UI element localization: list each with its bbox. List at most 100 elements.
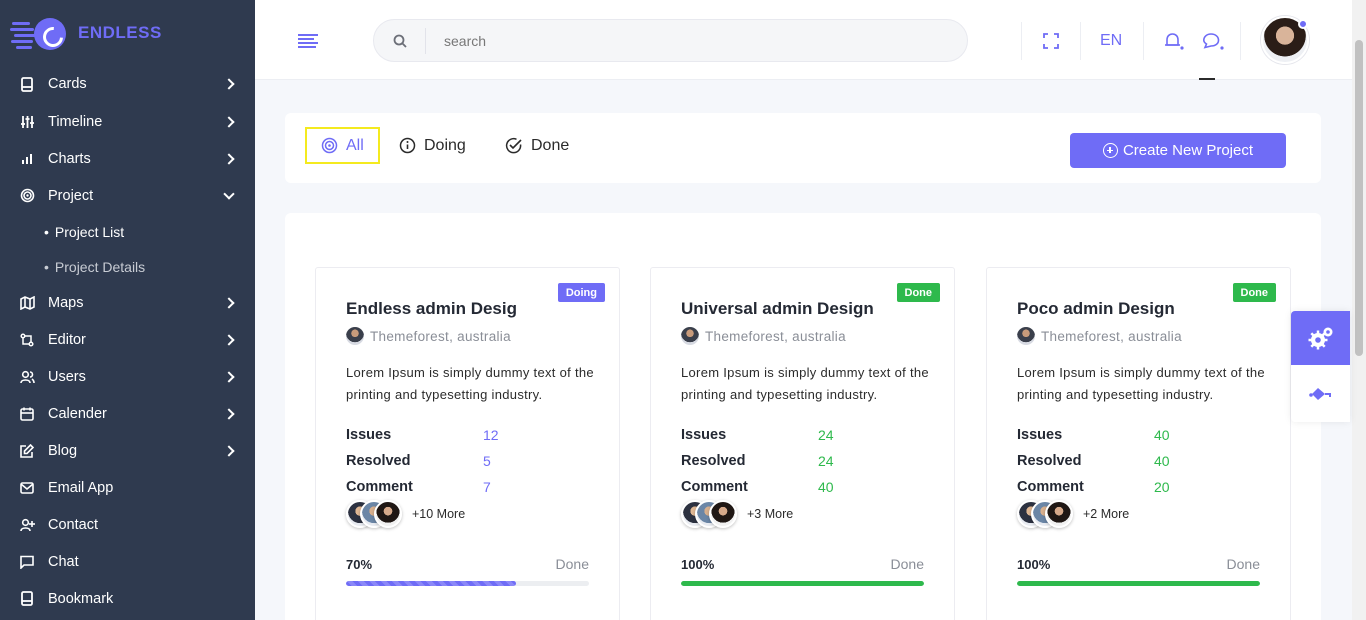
sidebar-menu: Cards Timeline Charts Project •Project (0, 64, 255, 617)
language-selector[interactable]: EN (1100, 32, 1122, 50)
sidebar-item-label: Bookmark (48, 590, 114, 607)
tab-done[interactable]: Done (505, 127, 569, 164)
sidebar-item-contact[interactable]: Contact (0, 506, 255, 543)
project-description: Lorem Ipsum is simply dummy text of the … (346, 365, 594, 402)
more-members: +3 More (747, 507, 794, 521)
stat-value: 5 (483, 453, 491, 469)
stat-row: Resolved 40 (1017, 448, 1267, 474)
tab-label: All (346, 136, 364, 154)
tab-all[interactable]: All (305, 127, 380, 164)
stat-row: Resolved 24 (681, 448, 931, 474)
sidebar-item-charts[interactable]: Charts (0, 140, 255, 177)
team-members[interactable]: +2 More (1017, 500, 1129, 528)
team-members[interactable]: +10 More (346, 500, 465, 528)
progress-percent: 100% (681, 557, 715, 572)
blog-icon (19, 443, 35, 459)
project-subtitle: Themeforest, australia (346, 327, 511, 345)
project-description: Lorem Ipsum is simply dummy text of the … (1017, 365, 1265, 402)
stat-label: Comment (681, 479, 748, 495)
online-status-dot (1298, 19, 1308, 29)
progress-fill (346, 581, 517, 586)
chevron-right-icon (223, 296, 235, 309)
project-card[interactable]: Doing Endless admin Desig Themeforest, a… (315, 267, 620, 620)
progress-bar (1017, 581, 1260, 586)
create-button-label: Create New Project (1122, 142, 1254, 159)
sidebar-item-label: Charts (48, 150, 91, 167)
search-input[interactable] (444, 32, 924, 49)
progress-status: Done (555, 556, 589, 572)
sidebar-item-timeline[interactable]: Timeline (0, 103, 255, 140)
brand-logo[interactable]: ENDLESS (0, 0, 255, 66)
sidebar-item-maps[interactable]: Maps (0, 284, 255, 321)
contact-icon (19, 517, 35, 533)
sidebar-item-label: Calender (48, 405, 107, 422)
page-scrollbar[interactable] (1352, 0, 1366, 620)
progress-status: Done (1226, 556, 1260, 572)
tab-label: Done (531, 136, 570, 154)
user-avatar[interactable] (1261, 16, 1309, 64)
project-subtitle: Themeforest, australia (1017, 327, 1182, 345)
floating-customizer (1291, 311, 1350, 422)
chevron-down-icon (223, 187, 235, 200)
more-members: +2 More (1083, 507, 1130, 521)
sidebar-subitem-project-details[interactable]: • Project Details (0, 249, 255, 284)
stat-label: Comment (346, 479, 413, 495)
stat-label: Resolved (681, 453, 746, 469)
status-badge: Doing (557, 283, 605, 302)
sidebar-item-label: Project (48, 187, 94, 204)
stat-row: Resolved 5 (346, 448, 596, 474)
tab-doing[interactable]: Doing (399, 127, 466, 164)
check-circle-icon (505, 137, 523, 154)
chevron-right-icon (223, 444, 235, 457)
project-source: Themeforest, australia (705, 328, 846, 344)
sidebar-item-label: Contact (48, 516, 98, 533)
project-title: Poco admin Design (1017, 299, 1175, 318)
sidebar-subitem-label: Project List (54, 223, 125, 240)
search-icon[interactable] (374, 27, 426, 54)
settings-gear-icon[interactable] (1291, 311, 1350, 365)
projects-panel: Doing Endless admin Desig Themeforest, a… (285, 213, 1321, 620)
fullscreen-icon[interactable] (1043, 33, 1059, 49)
sidebar-item-editor[interactable]: Editor (0, 321, 255, 358)
chevron-right-icon (223, 78, 235, 90)
project-stats: Issues 40 Resolved 40 Comment 20 (1017, 422, 1267, 500)
project-card[interactable]: Done Poco admin Design Themeforest, aust… (986, 267, 1291, 620)
project-card[interactable]: Done Universal admin Design Themeforest,… (650, 267, 955, 620)
sidebar-subitem-project-list[interactable]: • Project List (0, 214, 255, 249)
project-filter-bar: All Doing Done Create New Project (285, 113, 1321, 183)
project-source: Themeforest, australia (1041, 328, 1182, 344)
sidebar-item-users[interactable]: Users (0, 358, 255, 395)
create-new-project-button[interactable]: Create New Project (1070, 133, 1286, 168)
menu-toggle-icon[interactable] (298, 34, 318, 48)
sidebar: ENDLESS Cards Timeline Charts Project • … (0, 0, 255, 620)
stat-value: 24 (818, 453, 834, 469)
sidebar-item-project[interactable]: Project (0, 177, 255, 214)
stat-label: Resolved (346, 453, 411, 469)
project-title: Endless admin Desig (346, 299, 517, 318)
stat-row: Issues 24 (681, 422, 931, 448)
stat-label: Comment (1017, 479, 1084, 495)
chat-bubble-icon[interactable] (1202, 32, 1224, 50)
sidebar-item-cards[interactable]: Cards (0, 65, 255, 103)
bell-icon[interactable] (1164, 32, 1184, 50)
paint-bucket-icon[interactable] (1291, 365, 1350, 422)
stat-label: Issues (681, 427, 727, 443)
stat-row: Issues 40 (1017, 422, 1267, 448)
sidebar-item-bookmark[interactable]: Bookmark (0, 580, 255, 617)
progress-fill (681, 581, 924, 586)
sidebar-item-label: Editor (48, 331, 86, 348)
sidebar-item-calender[interactable]: Calender (0, 395, 255, 432)
sidebar-item-email-app[interactable]: Email App (0, 469, 255, 506)
avatar (709, 500, 737, 528)
sidebar-item-blog[interactable]: Blog (0, 432, 255, 469)
calendar-icon (19, 406, 35, 422)
project-description: Lorem Ipsum is simply dummy text of the … (681, 365, 929, 402)
header-divider (1199, 78, 1215, 80)
editor-icon (19, 332, 35, 348)
stat-value: 40 (818, 479, 834, 495)
progress-bar (346, 581, 589, 586)
team-members[interactable]: +3 More (681, 500, 793, 528)
sidebar-item-chat[interactable]: Chat (0, 543, 255, 580)
project-subtitle: Themeforest, australia (681, 327, 846, 345)
bookmark-icon (19, 591, 35, 607)
